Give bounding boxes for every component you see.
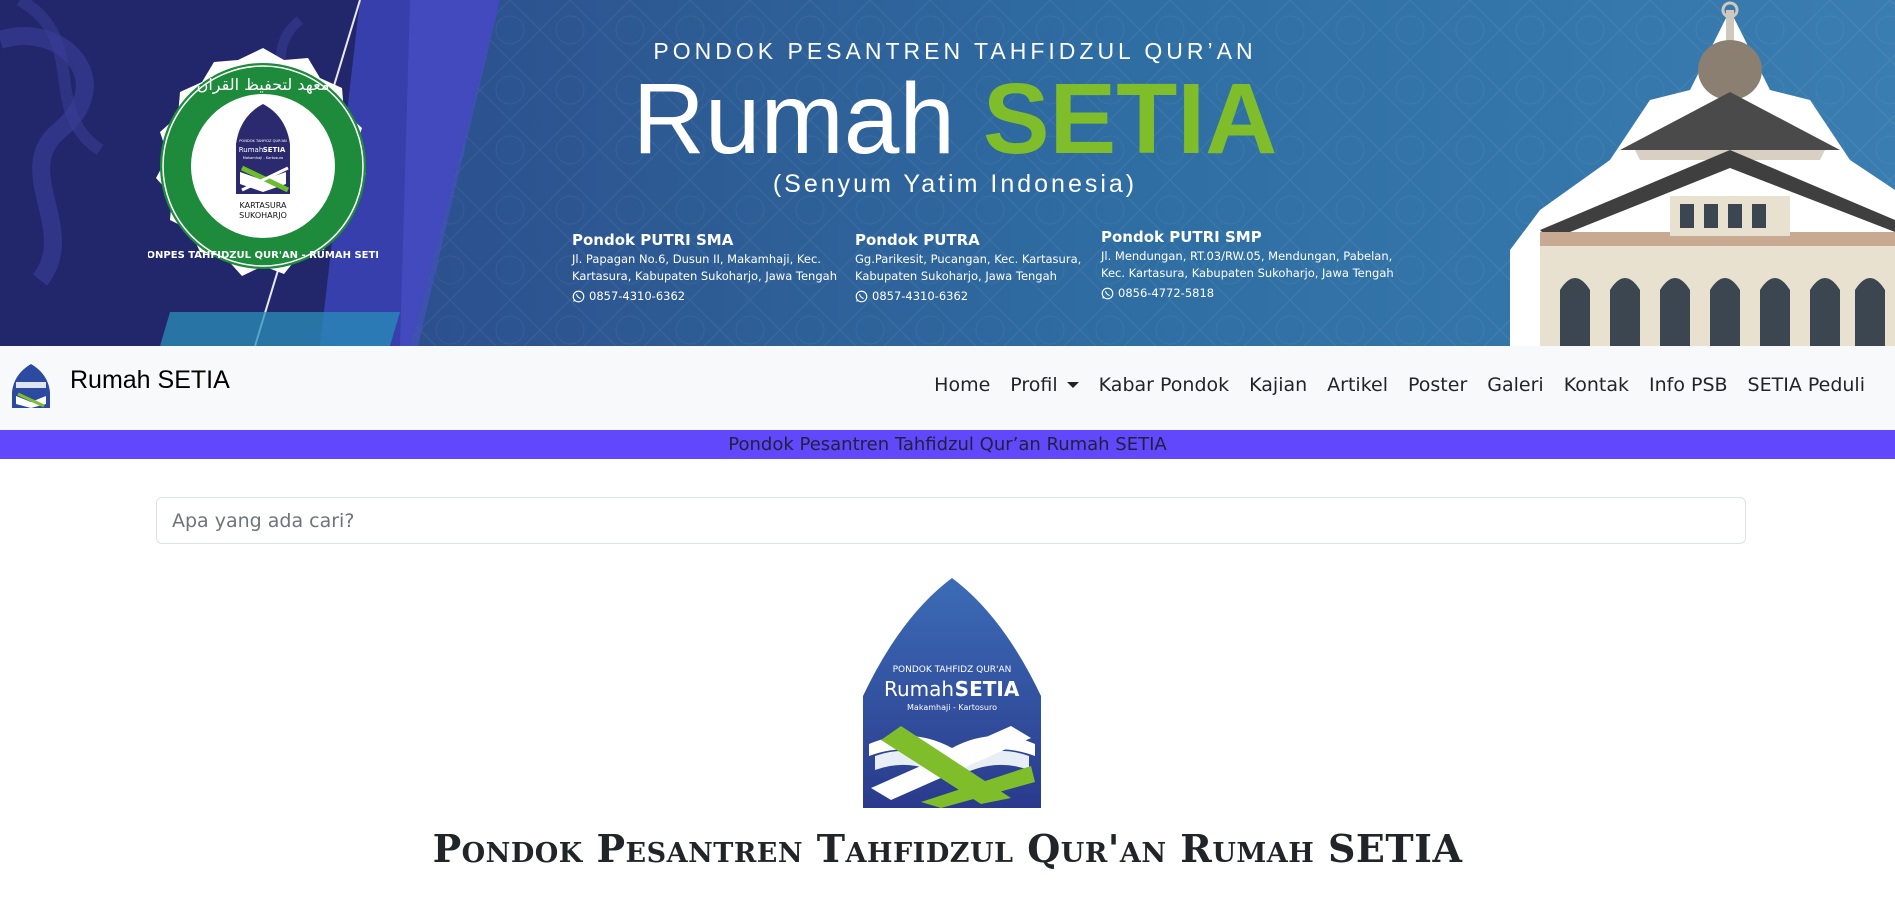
main-logo-brand-1: Rumah xyxy=(884,677,954,701)
mosque-illustration xyxy=(1510,1,1895,346)
address-line: Kec. Kartasura, Kabupaten Sukoharjo, Jaw… xyxy=(1101,266,1394,280)
seal-arabic-text: معهد لتحفيظ القرآن xyxy=(197,75,330,95)
nav-item-label: SETIA Peduli xyxy=(1747,374,1865,396)
main-logo: PONDOK TAHFIDZ QUR'AN Rumah SETIA Makamh… xyxy=(863,578,1041,808)
address-phone[interactable]: 0856-4772-5818 xyxy=(1101,285,1394,301)
brand-name: Rumah SETIA xyxy=(70,365,230,394)
nav-item-home[interactable]: Home xyxy=(924,374,1000,396)
address-line: Kabupaten Sukoharjo, Jawa Tengah xyxy=(855,269,1057,283)
address-name: Pondok PUTRI SMP xyxy=(1101,228,1262,246)
header-banner: معهد لتحفيظ القرآن PONPES TAHFIDZUL QUR'… xyxy=(0,0,1895,346)
search-input[interactable] xyxy=(156,497,1746,544)
nav-item-label: Info PSB xyxy=(1648,374,1728,396)
banner-title: Rumah SETIA xyxy=(560,64,1350,174)
address-phone[interactable]: 0857-4310-6362 xyxy=(572,288,837,304)
nav-item-label: Kajian xyxy=(1249,374,1308,396)
nav-item-kajian[interactable]: Kajian xyxy=(1239,374,1317,396)
address-line: Kartasura, Kabupaten Sukoharjo, Jawa Ten… xyxy=(572,269,837,283)
nav-item-setia-peduli[interactable]: SETIA Peduli xyxy=(1738,374,1875,396)
marquee-text: Pondok Pesantren Tahfidzul Qur’an Rumah … xyxy=(728,434,1167,455)
seal-inner-small: PONDOK TAHFIDZ QUR'AN xyxy=(239,139,287,143)
address-line: Jl. Mendungan, RT.03/RW.05, Mendungan, P… xyxy=(1101,249,1393,263)
seal-location-2: SUKOHARJO xyxy=(239,211,287,220)
nav-item-artikel[interactable]: Artikel xyxy=(1317,374,1398,396)
address-block-putra: Pondok PUTRA Gg.Parikesit, Pucangan, Kec… xyxy=(855,230,1081,304)
phone-number: 0857-4310-6362 xyxy=(589,289,686,303)
nav-item-label: Poster xyxy=(1408,374,1468,396)
main-logo-sub-text: Makamhaji - Kartosuro xyxy=(907,703,997,712)
address-line: Gg.Parikesit, Pucangan, Kec. Kartasura, xyxy=(855,252,1082,266)
main-logo-small-text: PONDOK TAHFIDZ QUR'AN xyxy=(893,665,1012,675)
banner-kicker: PONDOK PESANTREN TAHFIDZUL QUR’AN xyxy=(653,38,1257,64)
seal-inner-brand-2: SETIA xyxy=(263,146,286,154)
brand-logo xyxy=(12,364,50,408)
address-phone[interactable]: 0857-4310-6362 xyxy=(855,288,1081,304)
address-block-putri-sma: Pondok PUTRI SMA Jl. Papagan No.6, Dusun… xyxy=(572,230,837,304)
banner-tagline: (Senyum Yatim Indonesia) xyxy=(772,170,1138,198)
banner-title-main: Rumah xyxy=(632,63,956,175)
whatsapp-icon xyxy=(855,290,868,302)
nav-item-label: Galeri xyxy=(1487,374,1544,396)
caret-down-icon xyxy=(1066,382,1079,388)
nav-item-kabar-pondok[interactable]: Kabar Pondok xyxy=(1089,374,1239,396)
seal-location-1: KARTASURA xyxy=(240,201,287,210)
seal-ring-text: PONPES TAHFIDZUL QUR'AN - RUMAH SETIA xyxy=(148,250,378,261)
navbar-brand[interactable]: Rumah SETIA xyxy=(8,362,230,410)
page-title: Pondok Pesantren Tahfidzul Qur'an Rumah … xyxy=(432,826,1463,871)
whatsapp-icon xyxy=(572,290,585,302)
phone-number: 0857-4310-6362 xyxy=(872,289,969,303)
announcement-marquee: Pondok Pesantren Tahfidzul Qur’an Rumah … xyxy=(0,430,1895,459)
nav-item-label: Kabar Pondok xyxy=(1098,374,1230,396)
nav-item-label: Artikel xyxy=(1327,374,1388,396)
main-navbar: Rumah SETIA Home Profil Kabar Pondok Kaj… xyxy=(0,346,1895,430)
nav-item-info-psb[interactable]: Info PSB xyxy=(1639,374,1738,396)
seal-inner-brand-1: Rumah xyxy=(239,146,264,154)
banner-title-accent: SETIA xyxy=(982,63,1278,175)
phone-number: 0856-4772-5818 xyxy=(1118,286,1215,300)
main-logo-brand-2: SETIA xyxy=(955,677,1020,701)
nav-item-poster[interactable]: Poster xyxy=(1398,374,1477,396)
seal-inner-sub: Makamhaji - Kartosuro xyxy=(243,156,283,160)
nav-item-label: Profil xyxy=(1010,374,1058,396)
nav-item-galeri[interactable]: Galeri xyxy=(1477,374,1553,396)
seal-logo: معهد لتحفيظ القرآن PONPES TAHFIDZUL QUR'… xyxy=(148,48,378,276)
nav-item-label: Home xyxy=(934,374,991,396)
nav-menu: Home Profil Kabar Pondok Kajian Artikel … xyxy=(924,374,1875,396)
address-line: Jl. Papagan No.6, Dusun II, Makamhaji, K… xyxy=(572,252,821,266)
address-block-putri-smp: Pondok PUTRI SMP Jl. Mendungan, RT.03/RW… xyxy=(1101,227,1394,301)
nav-item-kontak[interactable]: Kontak xyxy=(1554,374,1639,396)
whatsapp-icon xyxy=(1101,287,1114,299)
address-name: Pondok PUTRI SMA xyxy=(572,231,734,249)
nav-item-label: Kontak xyxy=(1563,374,1629,396)
address-name: Pondok PUTRA xyxy=(855,231,980,249)
nav-item-profil[interactable]: Profil xyxy=(1000,374,1088,396)
